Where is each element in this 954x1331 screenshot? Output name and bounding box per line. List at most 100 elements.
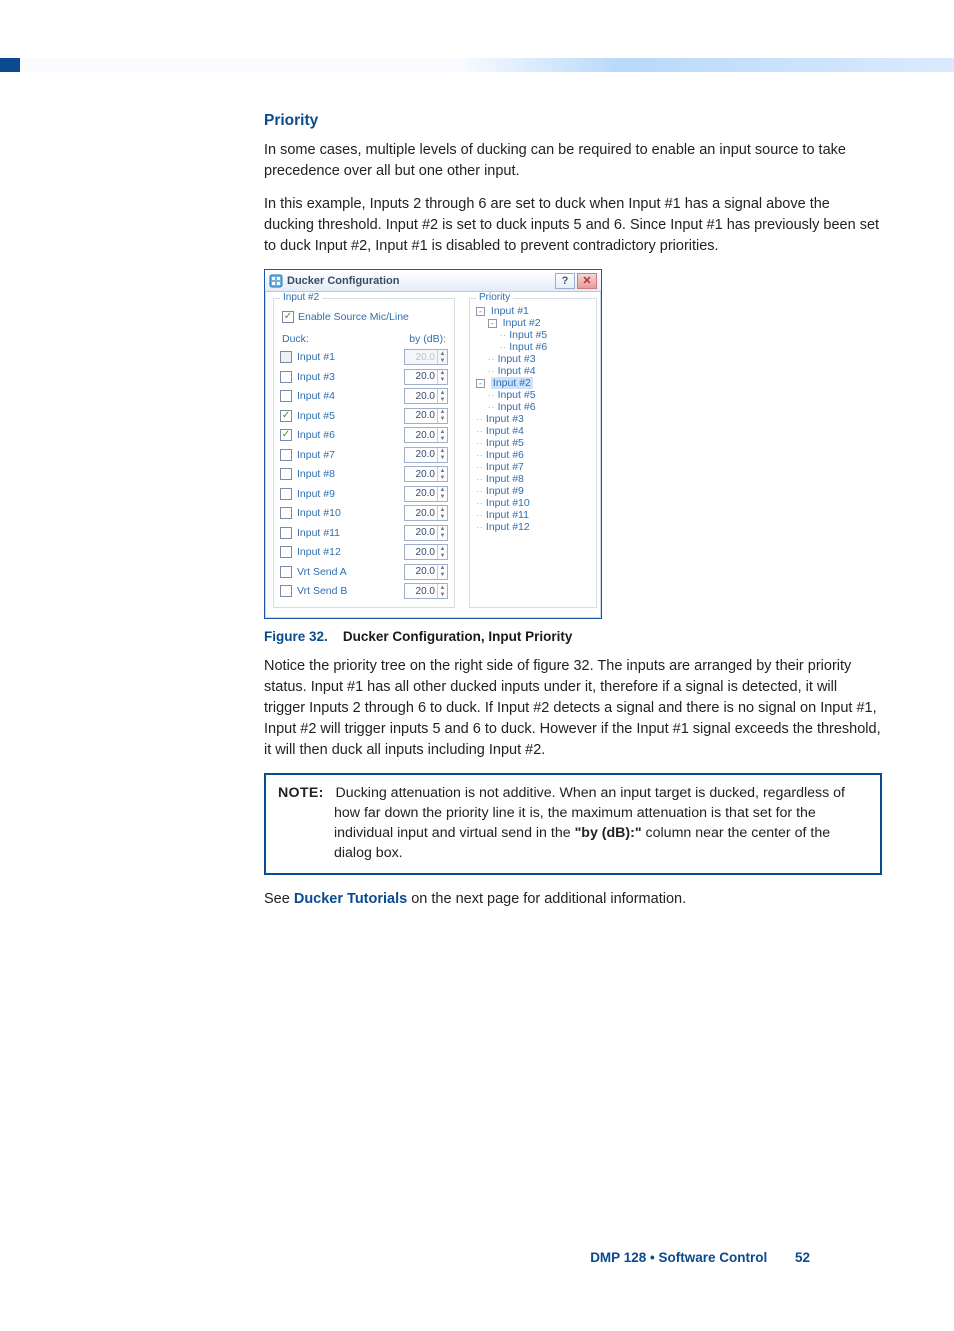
spinner-down-icon[interactable]: ▼ bbox=[438, 416, 447, 423]
attenuation-spinner[interactable]: 20.0▲▼ bbox=[404, 466, 448, 482]
spinner-down-icon[interactable]: ▼ bbox=[438, 474, 447, 481]
group-label: Input #2 bbox=[280, 292, 322, 303]
column-bydb-label: by (dB): bbox=[409, 333, 446, 345]
spinner-down-icon[interactable]: ▼ bbox=[438, 533, 447, 540]
duck-checkbox[interactable] bbox=[280, 566, 292, 578]
footer-product: DMP 128 • Software Control bbox=[590, 1250, 767, 1265]
spinner-down-icon[interactable]: ▼ bbox=[438, 396, 447, 403]
duck-checkbox[interactable] bbox=[280, 468, 292, 480]
duck-checkbox[interactable] bbox=[280, 507, 292, 519]
spinner-up-icon[interactable]: ▲ bbox=[438, 506, 447, 513]
spinner-down-icon[interactable]: ▼ bbox=[438, 591, 447, 598]
duck-row: Input #920.0▲▼ bbox=[280, 486, 448, 502]
duck-checkbox[interactable] bbox=[280, 546, 292, 558]
duck-checkbox[interactable] bbox=[280, 429, 292, 441]
page-header-bar bbox=[0, 0, 954, 72]
spinner-up-icon[interactable]: ▲ bbox=[438, 526, 447, 533]
help-button[interactable]: ? bbox=[555, 273, 575, 289]
spinner-up-icon[interactable]: ▲ bbox=[438, 487, 447, 494]
tree-node[interactable]: - Input #2 bbox=[476, 377, 590, 389]
attenuation-spinner[interactable]: 20.0▲▼ bbox=[404, 408, 448, 424]
attenuation-spinner[interactable]: 20.0▲▼ bbox=[404, 544, 448, 560]
tree-node[interactable]: ·· Input #9 bbox=[476, 485, 590, 497]
spinner-down-icon[interactable]: ▼ bbox=[438, 455, 447, 462]
tree-node[interactable]: ·· Input #8 bbox=[476, 473, 590, 485]
ducker-tutorials-link[interactable]: Ducker Tutorials bbox=[294, 891, 407, 907]
attenuation-spinner[interactable]: 20.0▲▼ bbox=[404, 505, 448, 521]
tree-node[interactable]: ·· Input #4 bbox=[476, 365, 590, 377]
duck-row: Input #1020.0▲▼ bbox=[280, 505, 448, 521]
tree-node[interactable]: ·· Input #10 bbox=[476, 497, 590, 509]
spinner-up-icon[interactable]: ▲ bbox=[438, 389, 447, 396]
tree-node[interactable]: ·· Input #4 bbox=[476, 425, 590, 437]
duck-row: Input #520.0▲▼ bbox=[280, 408, 448, 424]
close-button[interactable]: ✕ bbox=[577, 273, 597, 289]
tree-node[interactable]: ·· Input #11 bbox=[476, 509, 590, 521]
duck-input-label: Input #8 bbox=[297, 468, 335, 480]
duck-row: Input #1220.0▲▼ bbox=[280, 544, 448, 560]
tree-node[interactable]: - Input #2 bbox=[476, 317, 590, 329]
attenuation-spinner: 20.0▲▼ bbox=[404, 349, 448, 365]
attenuation-spinner[interactable]: 20.0▲▼ bbox=[404, 427, 448, 443]
duck-row: Vrt Send A 20.0▲▼ bbox=[280, 564, 448, 580]
duck-input-label: Vrt Send A bbox=[297, 566, 347, 578]
tree-node[interactable]: ·· Input #3 bbox=[476, 353, 590, 365]
duck-checkbox[interactable] bbox=[280, 449, 292, 461]
tree-expander-icon[interactable]: - bbox=[476, 307, 485, 316]
spinner-up-icon[interactable]: ▲ bbox=[438, 370, 447, 377]
tree-node[interactable]: ·· Input #12 bbox=[476, 521, 590, 533]
body-paragraph: In some cases, multiple levels of duckin… bbox=[264, 140, 882, 182]
attenuation-spinner[interactable]: 20.0▲▼ bbox=[404, 447, 448, 463]
attenuation-spinner[interactable]: 20.0▲▼ bbox=[404, 388, 448, 404]
duck-row: Input #720.0▲▼ bbox=[280, 447, 448, 463]
tree-node[interactable]: ·· Input #5 bbox=[476, 389, 590, 401]
attenuation-spinner[interactable]: 20.0▲▼ bbox=[404, 525, 448, 541]
duck-input-label: Vrt Send B bbox=[297, 585, 347, 597]
spinner-down-icon[interactable]: ▼ bbox=[438, 494, 447, 501]
duck-checkbox[interactable] bbox=[280, 488, 292, 500]
tree-node[interactable]: ·· Input #6 bbox=[476, 341, 590, 353]
spinner-down-icon[interactable]: ▼ bbox=[438, 552, 447, 559]
duck-row: Input #6 20.0▲▼ bbox=[280, 427, 448, 443]
spinner-down-icon[interactable]: ▼ bbox=[438, 435, 447, 442]
column-duck-label: Duck: bbox=[282, 333, 309, 345]
attenuation-spinner[interactable]: 20.0▲▼ bbox=[404, 369, 448, 385]
spinner-down-icon[interactable]: ▼ bbox=[438, 572, 447, 579]
spinner-up-icon[interactable]: ▲ bbox=[438, 467, 447, 474]
tree-node[interactable]: ·· Input #5 bbox=[476, 329, 590, 341]
spinner-down-icon[interactable]: ▼ bbox=[438, 377, 447, 384]
duck-input-label: Input #1 bbox=[297, 351, 335, 363]
tree-node[interactable]: ·· Input #3 bbox=[476, 413, 590, 425]
tree-expander-icon[interactable]: - bbox=[476, 379, 485, 388]
spinner-up-icon[interactable]: ▲ bbox=[438, 428, 447, 435]
spinner-down-icon[interactable]: ▼ bbox=[438, 513, 447, 520]
attenuation-spinner[interactable]: 20.0▲▼ bbox=[404, 564, 448, 580]
duck-row: Input #1 20.0▲▼ bbox=[280, 349, 448, 365]
tree-node[interactable]: ·· Input #6 bbox=[476, 449, 590, 461]
tree-node[interactable]: ·· Input #6 bbox=[476, 401, 590, 413]
tree-expander-icon[interactable]: - bbox=[488, 319, 497, 328]
tree-node[interactable]: ·· Input #5 bbox=[476, 437, 590, 449]
tree-node[interactable]: - Input #1 bbox=[476, 305, 590, 317]
body-paragraph: See Ducker Tutorials on the next page fo… bbox=[264, 889, 882, 910]
spinner-up-icon[interactable]: ▲ bbox=[438, 409, 447, 416]
spinner-up-icon[interactable]: ▲ bbox=[438, 448, 447, 455]
duck-checkbox[interactable] bbox=[280, 527, 292, 539]
duck-checkbox[interactable] bbox=[280, 390, 292, 402]
duck-input-label: Input #3 bbox=[297, 371, 335, 383]
attenuation-spinner[interactable]: 20.0▲▼ bbox=[404, 583, 448, 599]
duck-checkbox[interactable] bbox=[280, 585, 292, 597]
attenuation-spinner[interactable]: 20.0▲▼ bbox=[404, 486, 448, 502]
spinner-up-icon[interactable]: ▲ bbox=[438, 565, 447, 572]
priority-tree[interactable]: - Input #1 - Input #2 ·· Input #5 ·· Inp… bbox=[476, 305, 590, 533]
body-paragraph: In this example, Inputs 2 through 6 are … bbox=[264, 194, 882, 257]
group-label: Priority bbox=[476, 292, 513, 303]
figure-title: Ducker Configuration, Input Priority bbox=[343, 629, 573, 644]
duck-checkbox[interactable] bbox=[280, 371, 292, 383]
tree-node[interactable]: ·· Input #7 bbox=[476, 461, 590, 473]
duck-input-label: Input #6 bbox=[297, 429, 335, 441]
duck-checkbox[interactable] bbox=[280, 410, 292, 422]
spinner-up-icon[interactable]: ▲ bbox=[438, 584, 447, 591]
spinner-up-icon[interactable]: ▲ bbox=[438, 545, 447, 552]
enable-source-checkbox[interactable] bbox=[282, 311, 294, 323]
